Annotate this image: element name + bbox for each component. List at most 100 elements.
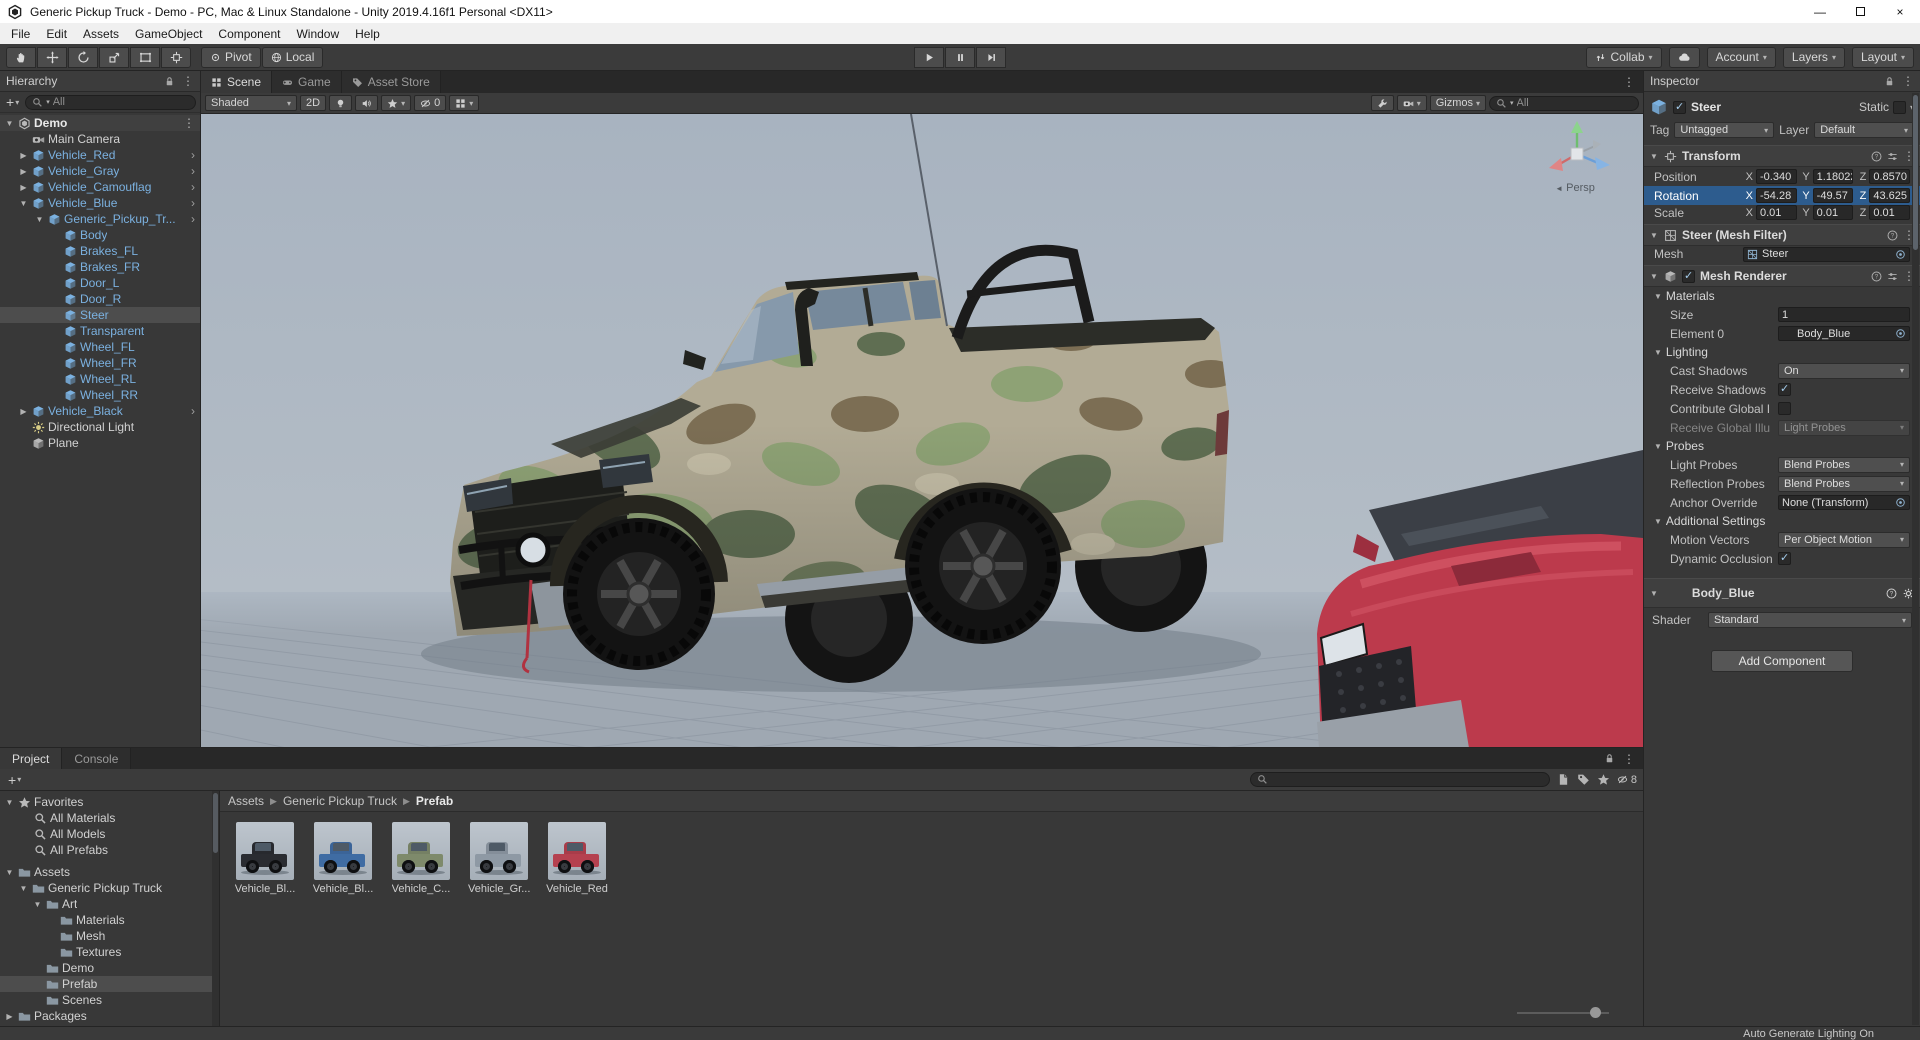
2d-toggle-button[interactable]: 2D [300,95,327,111]
layout-dropdown[interactable]: Layout ▾ [1851,46,1914,68]
foldout-expanded-icon[interactable]: ▼ [18,884,29,893]
cloud-button[interactable] [1668,46,1700,68]
lock-icon[interactable] [1604,753,1615,764]
preset-icon[interactable] [1887,151,1898,162]
slider-thumb[interactable] [1590,1007,1601,1018]
active-checkbox[interactable] [1673,100,1686,114]
hierarchy-item-wheel-fl[interactable]: Wheel_FL [0,339,200,355]
create-object-button[interactable]: + ▾ [4,94,21,110]
rotation-z-field[interactable]: 43.625 [1869,188,1911,203]
favorites-filter-button[interactable] [1597,773,1610,786]
help-icon[interactable] [1887,230,1898,241]
thumbnail-size-slider[interactable] [1517,1007,1609,1019]
panel-menu-icon[interactable]: ⋮ [1902,74,1914,88]
hierarchy-item-brakes-fl[interactable]: Brakes_FL [0,243,200,259]
asset-item[interactable]: Vehicle_C... [390,822,452,895]
asset-thumbnail[interactable] [470,822,528,880]
collab-button[interactable]: Collab ▾ [1586,46,1662,68]
search-by-type-button[interactable] [1557,773,1570,786]
scene-lighting-toggle[interactable] [329,95,353,111]
asset-item[interactable]: Vehicle_Gr... [468,822,530,895]
tab-game[interactable]: Game [272,71,342,93]
scene-tools-button[interactable] [1370,95,1394,111]
foldout-expanded-icon[interactable]: ▼ [32,900,43,909]
pause-button[interactable] [945,46,975,68]
scene-effects-dropdown[interactable]: ▾ [381,95,412,111]
foldout-expanded-icon[interactable]: ▼ [34,215,45,224]
hierarchy-item-steer[interactable]: Steer [0,307,200,323]
mesh-renderer-component-header[interactable]: ▼ Mesh Renderer ⋮ [1644,265,1920,287]
anchor-override-field[interactable]: None (Transform) [1778,495,1910,510]
prefab-open-arrow[interactable]: › [191,180,200,194]
pivot-toggle-button[interactable]: Pivot [201,46,261,68]
scene-grid-dropdown[interactable]: ▾ [449,95,480,111]
hand-tool-button[interactable] [6,46,36,68]
receive-shadows-checkbox[interactable] [1778,382,1791,396]
dynamic-occlusion-checkbox[interactable] [1778,551,1791,565]
hierarchy-item-body[interactable]: Body [0,227,200,243]
scrollbar-thumb[interactable] [213,793,218,853]
tree-item-generic-pickup-truck[interactable]: ▼ Generic Pickup Truck [0,880,219,896]
hierarchy-item-main-camera[interactable]: Main Camera [0,131,200,147]
create-asset-button[interactable]: + ▾ [6,772,23,788]
tree-item-textures[interactable]: Textures [0,944,219,960]
tree-item-all-prefabs[interactable]: All Prefabs [0,842,219,858]
move-tool-button[interactable] [37,46,67,68]
object-picker-icon[interactable] [1895,497,1906,508]
foldout-collapsed-icon[interactable]: ▶ [18,151,29,160]
layers-dropdown[interactable]: Layers ▾ [1782,46,1845,68]
shading-mode-dropdown[interactable]: Shaded ▾ [205,95,297,111]
hierarchy-search-input[interactable]: ▾ All [25,94,196,110]
shader-dropdown[interactable]: Standard ▾ [1708,612,1912,628]
tree-item-art[interactable]: ▼ Art [0,896,219,912]
foldout-collapsed-icon[interactable]: ▶ [18,183,29,192]
menu-edit[interactable]: Edit [38,27,75,41]
reflection-probes-dropdown[interactable]: Blend Probes ▾ [1778,475,1910,492]
help-icon[interactable] [1871,151,1882,162]
panel-menu-icon[interactable]: ⋮ [1623,752,1635,766]
hierarchy-item-plane[interactable]: Plane [0,435,200,451]
tab-asset-store[interactable]: Asset Store [341,71,441,93]
breadcrumb-generic-pickup-truck[interactable]: Generic Pickup Truck [283,794,397,808]
tree-item-assets[interactable]: ▼ Assets [0,864,219,880]
menu-component[interactable]: Component [210,27,288,41]
element0-object-field[interactable]: Body_Blue [1778,326,1910,341]
hierarchy-item-vehicle-gray[interactable]: ▶ Vehicle_Gray › [0,163,200,179]
tab-menu-icon[interactable]: ⋮ [1615,75,1643,89]
projection-label[interactable]: ◄ Persp [1525,182,1625,194]
tree-item-all-materials[interactable]: All Materials [0,810,219,826]
asset-item[interactable]: Vehicle_Bl... [234,822,296,895]
probes-foldout[interactable]: ▼ Probes [1644,437,1920,455]
transform-tool-button[interactable] [161,46,191,68]
menu-gameobject[interactable]: GameObject [127,27,210,41]
static-checkbox[interactable] [1892,100,1906,114]
hierarchy-item-door-r[interactable]: Door_R [0,291,200,307]
foldout-expanded-icon[interactable]: ▼ [4,868,15,877]
foldout-collapsed-icon[interactable]: ▶ [18,167,29,176]
rotate-tool-button[interactable] [68,46,98,68]
hierarchy-scene-row[interactable]: ▼ Demo ⋮ [0,115,200,131]
hierarchy-item-vehicle-red[interactable]: ▶ Vehicle_Red › [0,147,200,163]
foldout-expanded-icon[interactable]: ▼ [18,199,29,208]
hierarchy-item-transparent[interactable]: Transparent [0,323,200,339]
tab-scene[interactable]: Scene [201,71,273,93]
tag-dropdown[interactable]: Untagged ▾ [1674,122,1775,138]
hierarchy-item-generic-pickup[interactable]: ▼ Generic_Pickup_Tr... › [0,211,200,227]
scene-camera-dropdown[interactable]: ▾ [1396,95,1427,111]
foldout-collapsed-icon[interactable]: ▶ [18,407,29,416]
tree-item-favorites[interactable]: ▼ Favorites [0,794,219,810]
breadcrumb-prefab[interactable]: Prefab [416,794,453,808]
lighting-foldout[interactable]: ▼ Lighting [1644,343,1920,361]
prefab-open-arrow[interactable]: › [191,404,200,418]
menu-help[interactable]: Help [347,27,388,41]
materials-size-field[interactable]: 1 [1778,307,1910,322]
scene-visibility-toggle[interactable]: 0 [414,95,447,111]
preset-icon[interactable] [1887,271,1898,282]
auto-generate-lighting-button[interactable]: Auto Generate Lighting On [1743,1028,1874,1040]
rotation-x-field[interactable]: -54.28 [1756,188,1797,203]
transform-component-header[interactable]: ▼ Transform ⋮ [1644,145,1920,167]
prefab-open-arrow[interactable]: › [191,212,200,226]
project-search-input[interactable] [1249,772,1550,787]
contribute-gi-checkbox[interactable] [1778,402,1791,415]
hierarchy-item-vehicle-camouflage[interactable]: ▶ Vehicle_Camouflag › [0,179,200,195]
